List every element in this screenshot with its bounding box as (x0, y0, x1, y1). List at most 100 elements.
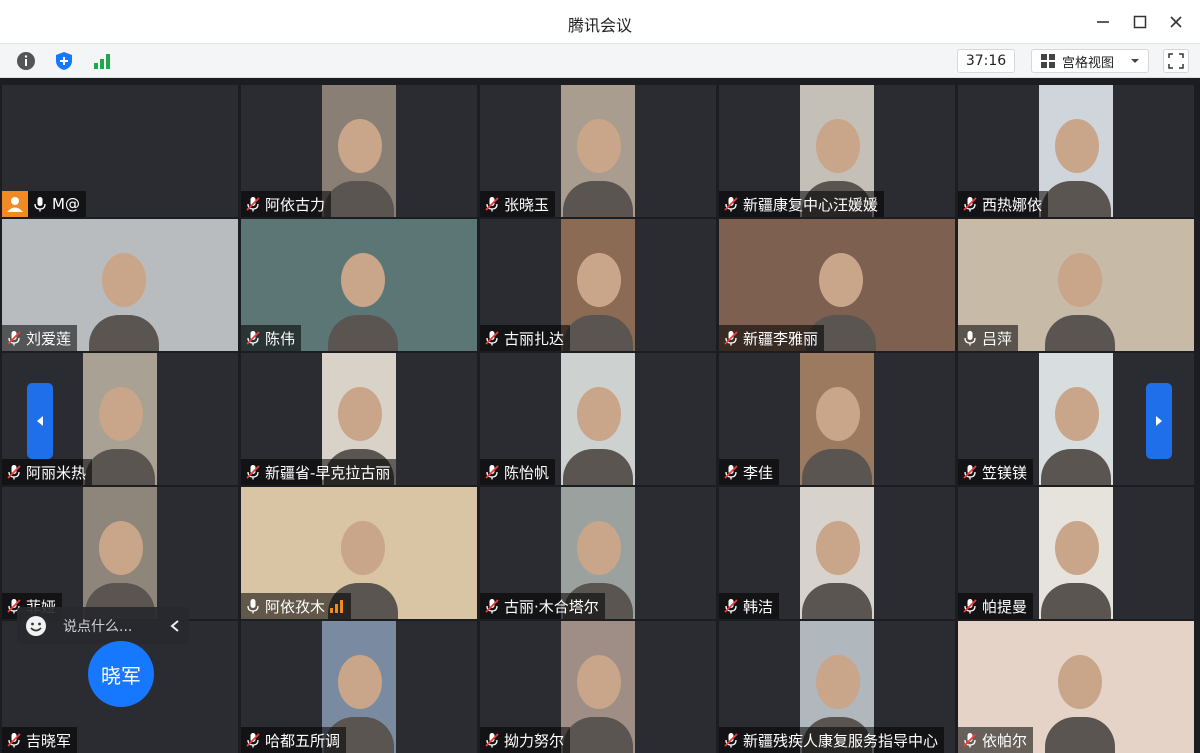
participant-tile[interactable]: 古丽扎达 (480, 219, 716, 351)
participant-name: M@ (52, 195, 80, 213)
participant-body (563, 449, 633, 485)
participant-body (89, 315, 159, 351)
mic-muted-icon (963, 465, 977, 480)
participant-tile[interactable]: 帕提曼 (958, 487, 1194, 619)
participant-tile[interactable]: 李佳 (719, 353, 955, 485)
participant-name: 哈都五所调 (265, 731, 341, 750)
participant-label: 拗力努尔 (480, 727, 571, 753)
participant-body (1041, 583, 1111, 619)
view-mode-select[interactable]: 宫格视图 (1031, 49, 1149, 73)
chat-placeholder[interactable]: 说点什么... (57, 616, 159, 636)
mic-icon (964, 331, 976, 346)
minimize-button[interactable] (1089, 8, 1117, 36)
prev-page-button[interactable] (27, 383, 53, 459)
mic-muted-icon (963, 599, 977, 614)
dropdown-icon (1131, 59, 1140, 63)
participant-body (1045, 717, 1115, 753)
participant-name: 张晓玉 (504, 195, 550, 214)
participant-tile[interactable]: 刘爱莲 (2, 219, 238, 351)
maximize-button[interactable] (1126, 8, 1154, 36)
participant-tile[interactable]: 新疆残疾人康复服务指导中心 (719, 621, 955, 753)
participant-face (1058, 655, 1102, 709)
participant-tile[interactable]: 韩洁 (719, 487, 955, 619)
participant-name: 依帕尔 (982, 731, 1028, 750)
participant-video (561, 219, 635, 351)
participant-name: 笠镁镁 (982, 463, 1028, 482)
participant-tile[interactable]: 张晓玉 (480, 85, 716, 217)
participant-tile[interactable]: 吕萍 (958, 219, 1194, 351)
participant-name: 陈怡帆 (504, 463, 550, 482)
minimize-icon (1097, 21, 1109, 23)
participant-label: 阿依古力 (241, 191, 332, 217)
participant-name: 阿丽米热 (26, 463, 87, 482)
participant-tile[interactable]: 古丽·木合塔尔 (480, 487, 716, 619)
participant-name: 古丽·木合塔尔 (504, 597, 599, 616)
participant-tile[interactable]: 阿依古力 (241, 85, 477, 217)
mic-muted-icon (246, 733, 260, 748)
participant-label: 新疆省-早克拉古丽 (241, 459, 397, 485)
participant-name: 新疆残疾人康复服务指导中心 (743, 731, 939, 750)
fullscreen-icon (1168, 53, 1184, 69)
emoji-icon[interactable] (25, 615, 47, 637)
chevron-right-icon (1156, 416, 1162, 426)
participant-face (816, 119, 860, 173)
participant-face (338, 119, 382, 173)
title-bar: 腾讯会议 (0, 0, 1200, 44)
participant-face (816, 521, 860, 575)
participant-name: 新疆李雅丽 (743, 329, 819, 348)
participant-label: 西热娜依 (958, 191, 1049, 217)
participant-tile[interactable]: 哈都五所调 (241, 621, 477, 753)
participant-label: 依帕尔 (958, 727, 1034, 753)
info-icon (17, 52, 35, 70)
chat-input-bar[interactable]: 说点什么... (17, 607, 189, 644)
participant-body (1041, 449, 1111, 485)
participant-video (83, 353, 157, 485)
participant-label: 李佳 (719, 459, 780, 485)
participant-face (338, 655, 382, 709)
speaker-avatar: 晓军 (88, 641, 154, 707)
participant-name: 新疆省-早克拉古丽 (265, 463, 391, 482)
participant-tile[interactable]: 新疆康复中心汪媛媛 (719, 85, 955, 217)
participant-name: 帕提曼 (982, 597, 1028, 616)
participant-tile[interactable]: 陈伟 (241, 219, 477, 351)
participant-face (819, 253, 863, 307)
participant-video (561, 621, 635, 753)
mic-muted-icon (724, 331, 738, 346)
collapse-icon[interactable] (169, 619, 181, 633)
close-icon (1170, 16, 1182, 28)
participant-tile[interactable]: 依帕尔 (958, 621, 1194, 753)
host-icon (2, 191, 28, 217)
next-page-button[interactable] (1146, 383, 1172, 459)
participant-face (577, 119, 621, 173)
participant-label: 陈伟 (241, 325, 302, 351)
participant-tile[interactable]: 阿依孜木 (241, 487, 477, 619)
participant-tile[interactable]: 拗力努尔 (480, 621, 716, 753)
participant-video (800, 353, 874, 485)
participant-video (561, 85, 635, 217)
security-button[interactable] (52, 49, 76, 73)
participant-body (324, 181, 394, 217)
meeting-timer: 37:16 (957, 49, 1015, 73)
participant-tile[interactable]: 新疆省-早克拉古丽 (241, 353, 477, 485)
fullscreen-button[interactable] (1163, 49, 1189, 73)
participant-face (99, 521, 143, 575)
view-mode-label: 宫格视图 (1062, 55, 1115, 71)
participant-tile[interactable]: 菲娅 (2, 487, 238, 619)
participant-tile[interactable]: 西热娜依 (958, 85, 1194, 217)
mic-muted-icon (7, 465, 21, 480)
participant-tile[interactable]: M@ (2, 85, 238, 217)
participant-tile[interactable]: 新疆李雅丽 (719, 219, 955, 351)
participant-name: 吉晓军 (26, 731, 72, 750)
mic-muted-icon (485, 465, 499, 480)
participant-face (577, 387, 621, 441)
participant-label: 刘爱莲 (2, 325, 78, 351)
participant-tile[interactable]: 陈怡帆 (480, 353, 716, 485)
network-status-button[interactable] (90, 49, 114, 73)
participant-name: 西热娜依 (982, 195, 1043, 214)
participant-label: 吉晓军 (2, 727, 78, 753)
close-button[interactable] (1162, 8, 1190, 36)
participant-face (816, 655, 860, 709)
participant-video (83, 487, 157, 619)
meeting-info-button[interactable] (14, 49, 38, 73)
participant-body (563, 315, 633, 351)
